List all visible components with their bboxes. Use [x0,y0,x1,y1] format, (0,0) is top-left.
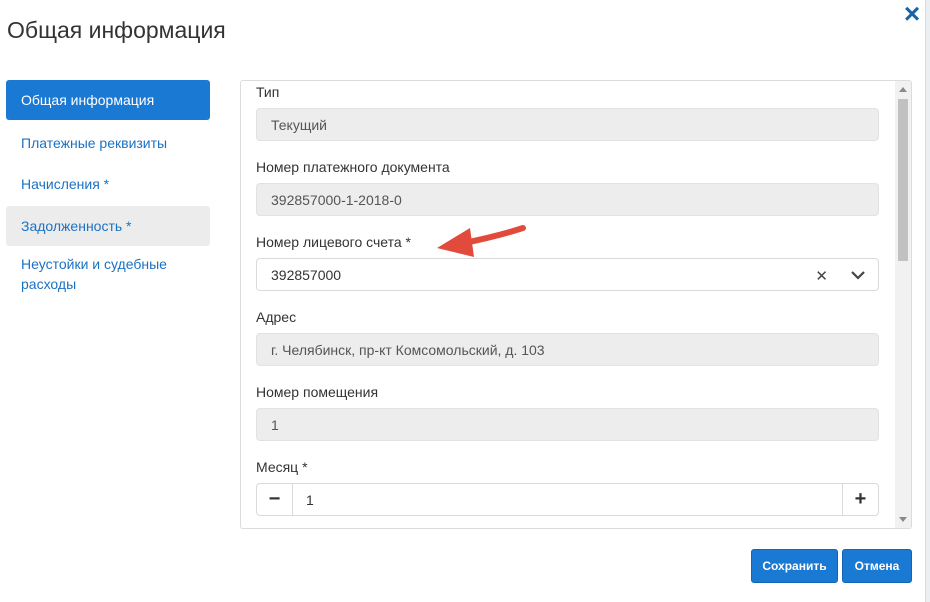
increment-button[interactable]: + [842,484,878,515]
scroll-down-icon[interactable] [899,517,907,522]
sidebar-nav: Общая информация Платежные реквизиты Нач… [6,80,210,300]
scrollbar-thumb[interactable] [898,99,908,261]
account-number-select[interactable]: 392857000 ✕ [256,258,879,291]
doc-number-value: 392857000-1-2018-0 [271,191,402,208]
save-button[interactable]: Сохранить [751,549,838,583]
clear-icon[interactable]: ✕ [815,267,828,285]
month-input[interactable]: 1 [293,484,842,515]
sidebar-item-label: Начисления * [21,176,110,192]
sidebar-item-label: Платежные реквизиты [21,135,168,151]
month-stepper[interactable]: − 1 + [256,483,879,516]
sidebar-item-penalties[interactable]: Неустойки и судебные расходы [6,254,210,300]
sidebar-item-label: Общая информация [21,92,155,108]
type-value: Текущий [271,116,327,133]
sidebar-item-label: Неустойки и судебные расходы [21,256,167,292]
form-panel: Тип Текущий Номер платежного документа 3… [240,80,912,529]
sidebar-item-charges[interactable]: Начисления * [6,164,210,204]
dialog-title: Общая информация [7,17,226,43]
month-label: Месяц * [256,459,308,475]
address-label: Адрес [256,309,297,325]
address-value: г. Челябинск, пр-кт Комсомольский, д. 10… [271,341,545,358]
room-number-value: 1 [271,416,279,433]
type-field: Текущий [256,108,879,141]
address-field: г. Челябинск, пр-кт Комсомольский, д. 10… [256,333,879,366]
doc-number-field: 392857000-1-2018-0 [256,183,879,216]
doc-number-label: Номер платежного документа [256,159,450,175]
account-number-value: 392857000 [271,266,342,283]
panel-scrollbar[interactable] [895,81,911,528]
chevron-down-icon[interactable] [850,267,866,283]
sidebar-item-general-info[interactable]: Общая информация [6,80,210,120]
decrement-button[interactable]: − [257,484,293,515]
type-label: Тип [256,84,280,100]
room-number-label: Номер помещения [256,384,379,400]
sidebar-item-payment-details[interactable]: Платежные реквизиты [6,122,210,164]
scroll-up-icon[interactable] [899,87,907,92]
account-number-label: Номер лицевого счета * [256,234,411,250]
cancel-button[interactable]: Отмена [842,549,912,583]
sidebar-item-debt[interactable]: Задолженность * [6,206,210,246]
room-number-field: 1 [256,408,879,441]
sidebar-item-label: Задолженность * [21,218,132,234]
dialog: Общая информация × Общая информация Плат… [0,0,930,602]
window-edge [925,0,930,602]
close-icon[interactable]: × [900,0,924,28]
